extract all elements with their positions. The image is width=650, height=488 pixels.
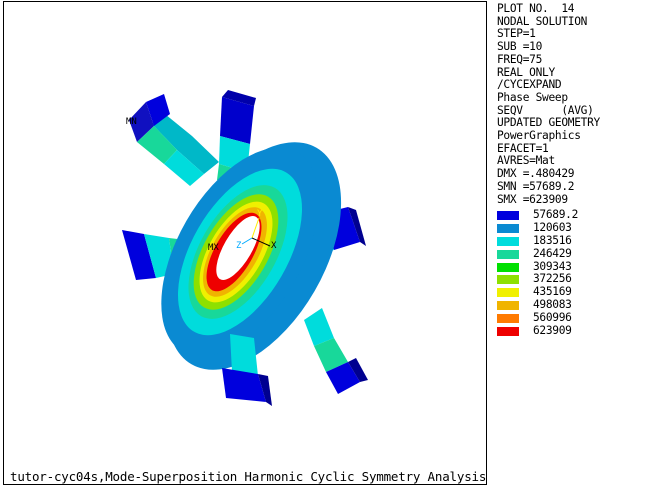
legend-swatch <box>497 236 519 246</box>
min-marker: MN <box>126 117 137 127</box>
model-plot[interactable]: Y X Z MN MX <box>4 2 488 486</box>
legend-swatch <box>497 249 519 259</box>
blade-top-left <box>129 94 219 186</box>
legend-value: 120603 <box>533 220 572 234</box>
legend-value: 57689.2 <box>533 208 579 221</box>
legend-swatch <box>497 314 519 324</box>
info-line: PowerGraphics <box>497 129 581 143</box>
legend-swatch <box>497 275 519 285</box>
legend-swatch <box>497 211 519 220</box>
legend-swatch <box>497 301 519 311</box>
blade-bottom-right <box>304 308 368 394</box>
info-line: DMX =.480429 <box>497 167 575 181</box>
legend-swatch <box>497 288 519 298</box>
info-line: FREQ=75 <box>497 52 543 66</box>
legend-swatch <box>497 262 519 272</box>
axis-z-label: Z <box>236 241 242 251</box>
axis-x-label: X <box>271 241 277 251</box>
legend-value: 183516 <box>533 233 572 247</box>
graphics-viewport[interactable]: Y X Z MN MX tutor-cyc04s,Mode-Superposit… <box>3 1 487 485</box>
legend-swatch <box>497 327 519 337</box>
plot-caption: tutor-cyc04s,Mode-Superposition Harmonic… <box>10 469 487 484</box>
info-line: SMX =623909 <box>497 192 568 206</box>
legend-value: 246429 <box>533 246 572 260</box>
info-line: PLOT NO. 14 <box>497 2 575 15</box>
info-line: SUB =10 <box>497 40 543 54</box>
legend-value: 623909 <box>533 324 572 338</box>
info-line: SMN =57689.2 <box>497 179 575 193</box>
info-line: Phase Sweep <box>497 90 568 104</box>
axis-y-label: Y <box>257 209 263 219</box>
max-marker: MX <box>208 243 219 253</box>
plot-info-panel: PLOT NO. 14 NODAL SOLUTION STEP=1 SUB =10 FR… <box>497 2 600 206</box>
legend-swatch <box>497 223 519 233</box>
